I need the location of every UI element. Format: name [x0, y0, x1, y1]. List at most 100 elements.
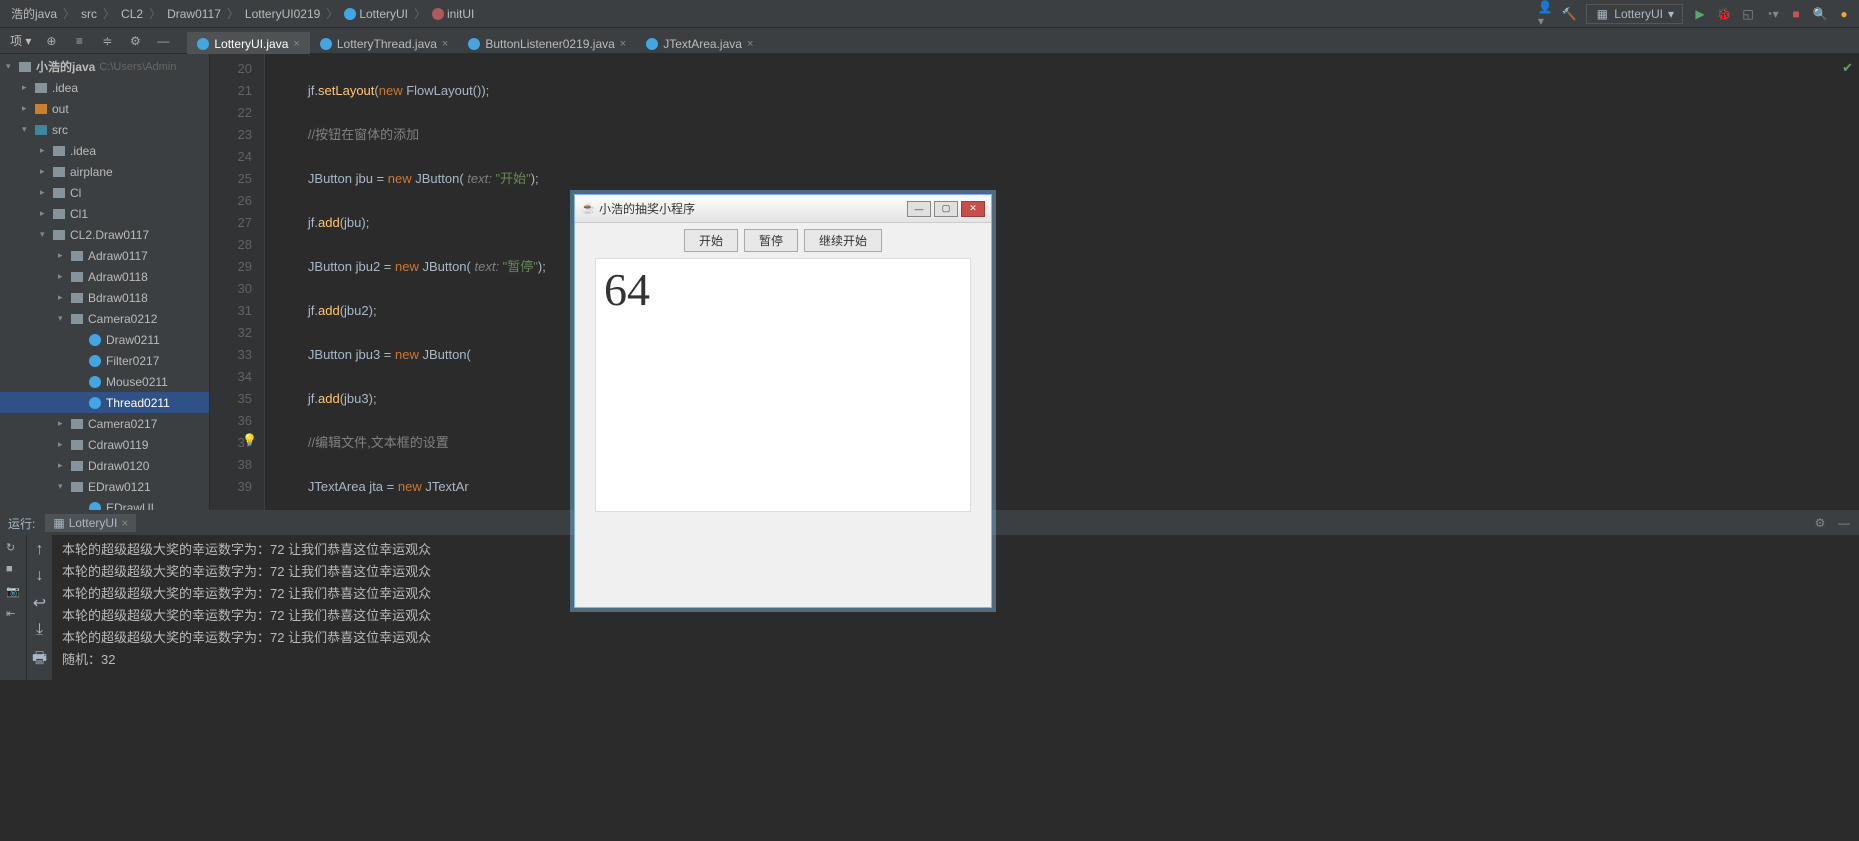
app-window: ☕ 小浩的抽奖小程序 — ▢ ✕ 开始 暂停 继续开始 64 [574, 194, 992, 608]
tree-src[interactable]: ▾src [0, 119, 209, 140]
tree-edraw0121[interactable]: ▾EDraw0121 [0, 476, 209, 497]
breadcrumb-draw[interactable]: Draw0117 [164, 6, 224, 22]
breadcrumb-root[interactable]: 浩的java [8, 4, 60, 23]
dropdown-icon: ▾ [1668, 7, 1674, 21]
hide-icon[interactable]: — [1837, 516, 1851, 530]
print-icon[interactable]: 🖶 [32, 647, 47, 674]
up-icon[interactable]: ↑ [36, 541, 44, 559]
method-icon [432, 8, 444, 20]
breadcrumb-cl2[interactable]: CL2 [118, 6, 146, 22]
tree-airplane[interactable]: ▸airplane [0, 161, 209, 182]
editor-tabs: LotteryUI.java× LotteryThread.java× Butt… [187, 28, 763, 54]
target-icon[interactable]: ⊕ [43, 33, 59, 49]
hide-icon[interactable]: — [155, 33, 171, 49]
resume-button[interactable]: 继续开始 [804, 229, 882, 252]
close-icon[interactable]: × [442, 38, 448, 50]
code-editor[interactable]: 2021222324252627282930313233343536373839… [210, 54, 1859, 510]
class-icon [197, 38, 209, 50]
collapse-icon[interactable]: ≑ [99, 33, 115, 49]
code-content[interactable]: jf.setLayout(new FlowLayout()); //按钮在窗体的… [265, 54, 1859, 510]
check-icon: ✔ [1842, 60, 1853, 76]
run-actions: ↻ ■ 📷 ⇤ [0, 535, 26, 680]
tree-idea[interactable]: ▸.idea [0, 77, 209, 98]
tree-root[interactable]: ▾小浩的javaC:\Users\Admin [0, 56, 209, 77]
tree-camera0212[interactable]: ▾Camera0212 [0, 308, 209, 329]
down-icon[interactable]: ↓ [36, 567, 44, 585]
expand-icon[interactable]: ≡ [71, 33, 87, 49]
tree-out[interactable]: ▸out [0, 98, 209, 119]
class-icon [468, 38, 480, 50]
camera-icon[interactable]: 📷 [6, 585, 20, 599]
tree-src-idea[interactable]: ▸.idea [0, 140, 209, 161]
wrap-icon[interactable]: ↩ [33, 593, 46, 613]
tree-adraw0117[interactable]: ▸Adraw0117 [0, 245, 209, 266]
result-textarea[interactable]: 64 [595, 258, 971, 512]
tab-buttonlistener[interactable]: ButtonListener0219.java× [458, 32, 636, 54]
java-icon: ☕ [581, 202, 595, 216]
run-config-icon: ▦ [1595, 7, 1609, 21]
exit-icon[interactable]: ⇤ [6, 607, 20, 621]
tab-lotteryui[interactable]: LotteryUI.java× [187, 32, 309, 54]
profile-icon[interactable]: ◔▾ [1765, 7, 1779, 21]
coverage-icon[interactable]: ◱ [1741, 7, 1755, 21]
run-tab-icon: ▦ [53, 516, 64, 530]
chevron-right-icon: 〉 [103, 5, 115, 22]
tree-cl1[interactable]: ▸Cl1 [0, 203, 209, 224]
chevron-right-icon: 〉 [414, 5, 426, 22]
tree-draw0211[interactable]: Draw0211 [0, 329, 209, 350]
tree-ddraw0120[interactable]: ▸Ddraw0120 [0, 455, 209, 476]
start-button[interactable]: 开始 [684, 229, 738, 252]
tree-cl[interactable]: ▸Cl [0, 182, 209, 203]
tree-mouse0211[interactable]: Mouse0211 [0, 371, 209, 392]
close-icon[interactable]: × [747, 38, 753, 50]
maximize-button[interactable]: ▢ [934, 201, 958, 217]
app-title: 小浩的抽奖小程序 [599, 200, 695, 217]
user-icon[interactable]: 👤▾ [1538, 7, 1552, 21]
tab-lotterythread[interactable]: LotteryThread.java× [310, 32, 459, 54]
ide-settings-icon[interactable]: ● [1837, 7, 1851, 21]
close-button[interactable]: ✕ [961, 201, 985, 217]
run-label: 运行: [8, 515, 35, 532]
breadcrumb-method[interactable]: initUI [429, 6, 477, 22]
gear-icon[interactable]: ⚙ [127, 33, 143, 49]
tree-filter0217[interactable]: Filter0217 [0, 350, 209, 371]
tree-edrawui[interactable]: EDrawUI [0, 497, 209, 510]
breadcrumb-class[interactable]: LotteryUI [341, 6, 411, 22]
rerun-icon[interactable]: ↻ [6, 541, 20, 555]
tab-jtextarea[interactable]: JTextArea.java× [636, 32, 763, 54]
run-icon[interactable]: ▶ [1693, 7, 1707, 21]
run-tab[interactable]: ▦ LotteryUI × [45, 514, 136, 532]
breadcrumb-pkg[interactable]: LotteryUI0219 [242, 6, 323, 22]
run-config-label: LotteryUI [1614, 7, 1663, 21]
tree-camera0217[interactable]: ▸Camera0217 [0, 413, 209, 434]
tree-bdraw0118[interactable]: ▸Bdraw0118 [0, 287, 209, 308]
debug-icon[interactable]: 🐞 [1717, 7, 1731, 21]
close-icon[interactable]: × [293, 38, 299, 50]
pause-button[interactable]: 暂停 [744, 229, 798, 252]
scroll-icon[interactable]: ⤓ [36, 621, 43, 639]
tree-draw[interactable]: ▾CL2.Draw0117 [0, 224, 209, 245]
console-line: 本轮的超级超级大奖的幸运数字为：72 让我们恭喜这位幸运观众 [62, 627, 1849, 649]
search-icon[interactable]: 🔍 [1813, 7, 1827, 21]
tree-thread0211[interactable]: Thread0211 [0, 392, 209, 413]
tree-cdraw0119[interactable]: ▸Cdraw0119 [0, 434, 209, 455]
run-config-selector[interactable]: ▦ LotteryUI ▾ [1586, 4, 1683, 24]
app-titlebar[interactable]: ☕ 小浩的抽奖小程序 — ▢ ✕ [575, 195, 991, 223]
stop-icon[interactable]: ■ [6, 563, 20, 577]
chevron-right-icon: 〉 [63, 5, 75, 22]
breadcrumb-src[interactable]: src [78, 6, 100, 22]
gear-icon[interactable]: ⚙ [1813, 516, 1827, 530]
console-line: 随机：32 [62, 649, 1849, 671]
tree-adraw0118[interactable]: ▸Adraw0118 [0, 266, 209, 287]
hammer-icon[interactable]: 🔨 [1562, 7, 1576, 21]
navigation-bar: 浩的java 〉 src 〉 CL2 〉 Draw0117 〉 LotteryU… [0, 0, 1859, 28]
class-icon [320, 38, 332, 50]
minimize-button[interactable]: — [907, 201, 931, 217]
breadcrumb: 浩的java 〉 src 〉 CL2 〉 Draw0117 〉 LotteryU… [8, 4, 477, 23]
stop-icon[interactable]: ■ [1789, 7, 1803, 21]
intention-bulb-icon[interactable]: 💡 [242, 433, 257, 447]
editor-toolbar: 项 ▾ ⊕ ≡ ≑ ⚙ — LotteryUI.java× LotteryThr… [0, 28, 1859, 54]
project-tree[interactable]: ▾小浩的javaC:\Users\Admin ▸.idea ▸out ▾src … [0, 54, 210, 510]
close-icon[interactable]: × [620, 38, 626, 50]
close-icon[interactable]: × [121, 516, 128, 530]
